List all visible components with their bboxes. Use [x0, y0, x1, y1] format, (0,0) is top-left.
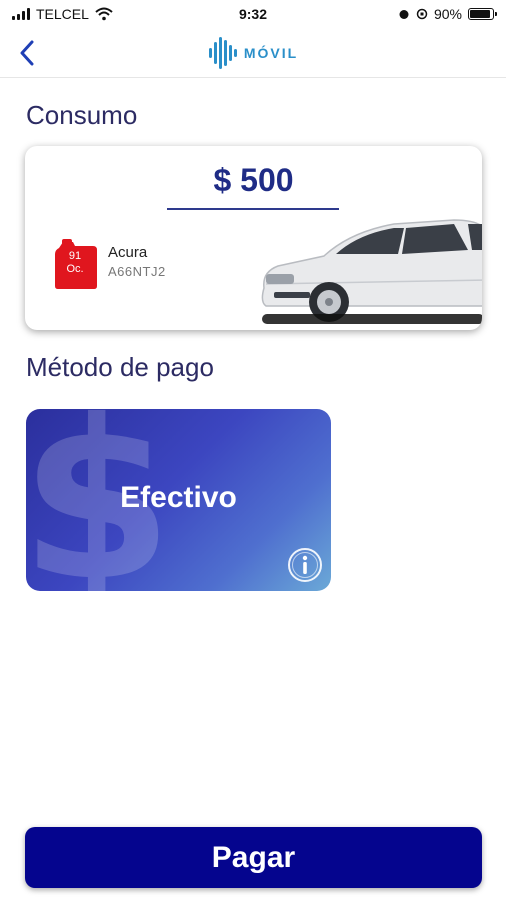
chevron-left-icon	[20, 40, 34, 66]
alarm-icon	[399, 10, 409, 19]
payment-method-label: Efectivo	[120, 481, 237, 514]
fuel-octane: 91	[68, 250, 82, 262]
app-logo: MÓVIL	[208, 36, 298, 70]
metodo-title: Método de pago	[26, 352, 214, 382]
orientation-lock-icon	[416, 8, 428, 20]
vehicle-name: Acura	[108, 244, 148, 261]
consumo-title: Consumo	[26, 100, 138, 130]
logo-text: MÓVIL	[243, 44, 299, 61]
status-left: TELCEL	[12, 6, 182, 22]
status-time: 9:32	[238, 6, 268, 22]
vehicle-plate: A66NTJ2	[108, 264, 166, 279]
sound-wave-logo-icon	[208, 36, 237, 69]
battery-percent: 90%	[433, 6, 462, 22]
amount-value: $ 500	[213, 162, 294, 198]
consumo-card: $ 500 91 Oc. Acura A66NTJ2	[25, 146, 482, 330]
carrier-label: TELCEL	[36, 6, 89, 22]
pay-button[interactable]: Pagar	[25, 827, 482, 888]
battery-icon	[468, 8, 497, 20]
nav-bar: MÓVIL	[0, 28, 506, 78]
payment-method-card[interactable]: $ Efectivo	[26, 409, 331, 591]
signal-icon	[12, 8, 30, 20]
info-icon[interactable]	[287, 547, 323, 583]
fuel-octane-label: 91 Oc.	[53, 250, 97, 276]
back-button[interactable]	[12, 38, 42, 68]
car-image	[261, 219, 482, 324]
wifi-icon	[95, 7, 113, 21]
fuel-unit: Oc.	[66, 263, 84, 275]
status-bar: TELCEL 9:32 90%	[0, 0, 506, 28]
status-right: 90%	[324, 6, 497, 22]
